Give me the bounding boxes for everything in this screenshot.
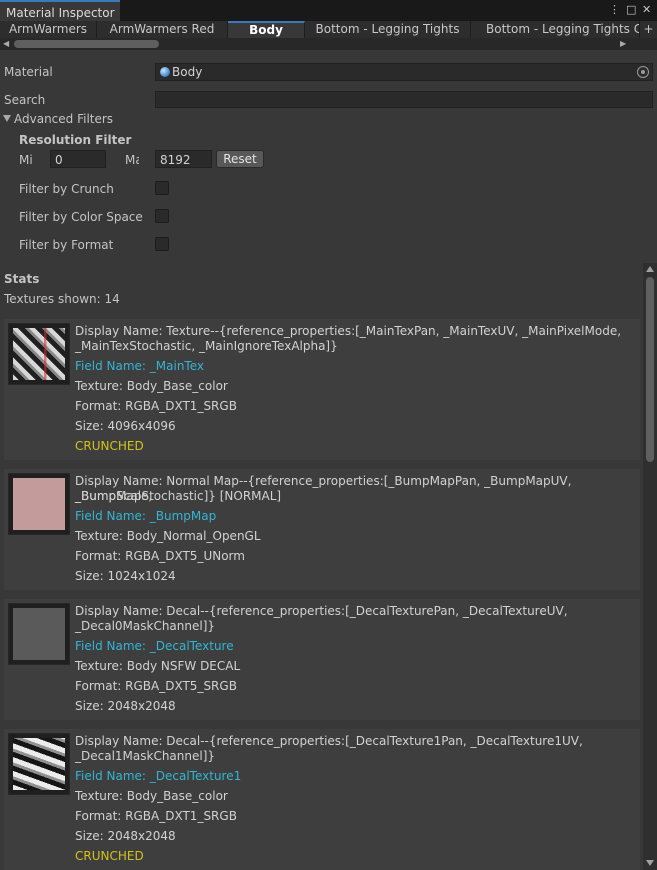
title-bar: Material Inspector ⋮ □ ✕ (0, 0, 657, 21)
tab-body[interactable]: Body (228, 21, 305, 38)
display-name-line-2: _Decal1MaskChannel]} (75, 749, 216, 763)
tab-bottom-legging-tights[interactable]: Bottom - Legging Tights (305, 21, 471, 38)
search-input[interactable] (155, 91, 653, 108)
close-icon[interactable]: ✕ (642, 3, 651, 17)
max-resolution-input[interactable]: 8192 (155, 150, 212, 168)
filter-by-crunch-checkbox[interactable] (155, 181, 169, 195)
display-name-line-1: Display Name: Texture--{reference_proper… (75, 324, 622, 338)
texture-format: Format: RGBA_DXT1_SRGB (75, 809, 237, 823)
field-name: Field Name: _DecalTexture1 (75, 769, 242, 783)
display-name-line-2: _Decal0MaskChannel]} (75, 619, 216, 633)
maximize-icon[interactable]: □ (626, 3, 636, 17)
texture-preview[interactable] (8, 323, 70, 385)
object-picker-icon[interactable] (637, 66, 649, 78)
texture-size: Size: 2048x2048 (75, 699, 176, 713)
add-tab-button[interactable]: + (640, 21, 657, 38)
texture-preview[interactable] (8, 473, 70, 535)
material-tabs: ArmWarmers ArmWarmers Red Body Bottom - … (0, 21, 657, 38)
texture-preview[interactable] (8, 603, 70, 665)
max-label: Ma (125, 153, 139, 167)
texture-name: Texture: Body_Base_color (75, 789, 228, 803)
texture-format: Format: RGBA_DXT5_SRGB (75, 679, 237, 693)
filter-by-color-space-label: Filter by Color Space (19, 210, 143, 224)
texture-size: Size: 2048x2048 (75, 829, 176, 843)
texture-size: Size: 4096x4096 (75, 419, 176, 433)
filter-by-color-space-checkbox[interactable] (155, 209, 169, 223)
display-name-line-1: Display Name: Decal--{reference_properti… (75, 604, 568, 618)
display-name-line-1: Display Name: Decal--{reference_properti… (75, 734, 583, 748)
scrollbar-thumb[interactable] (14, 40, 159, 48)
texture-entry: Display Name: Decal--{reference_properti… (4, 599, 640, 720)
crunched-badge: CRUNCHED (75, 849, 144, 863)
tab-bottom-legging-tights-c[interactable]: Bottom - Legging Tights C (471, 21, 640, 38)
texture-name: Texture: Body_Normal_OpenGL (75, 529, 261, 543)
texture-thumbnail-image (13, 328, 65, 380)
material-field[interactable]: Body (155, 63, 653, 81)
material-value: Body (172, 65, 203, 79)
stats-heading: Stats (4, 272, 40, 286)
min-label: Mi (19, 153, 33, 167)
tab-armwarmers-red[interactable]: ArmWarmers Red (97, 21, 228, 38)
texture-preview[interactable] (8, 733, 70, 795)
display-name-line-2: _BumpMapStochastic]} [NORMAL] (75, 489, 282, 503)
filter-by-format-checkbox[interactable] (155, 237, 169, 251)
vertical-scrollbar[interactable] (643, 263, 657, 870)
scroll-up-icon[interactable] (646, 266, 654, 272)
foldout-arrow-icon[interactable] (3, 115, 11, 122)
material-icon (160, 67, 170, 77)
texture-entry: Display Name: Decal--{reference_properti… (4, 729, 640, 870)
texture-thumbnail-image (13, 608, 65, 660)
min-resolution-input[interactable]: 0 (50, 150, 106, 168)
tab-armwarmers[interactable]: ArmWarmers (0, 21, 97, 38)
texture-entry: Display Name: Normal Map--{reference_pro… (4, 469, 640, 590)
texture-name: Texture: Body_Base_color (75, 379, 228, 393)
material-label: Material (4, 65, 53, 79)
field-name: Field Name: _BumpMap (75, 509, 217, 523)
texture-format: Format: RGBA_DXT1_SRGB (75, 399, 237, 413)
advanced-filters-foldout[interactable]: Advanced Filters (14, 112, 113, 126)
field-name: Field Name: _DecalTexture (75, 639, 234, 653)
scroll-left-icon[interactable]: ◀ (3, 38, 9, 50)
filter-by-crunch-label: Filter by Crunch (19, 182, 114, 196)
vertical-scrollbar-thumb[interactable] (646, 277, 654, 462)
more-options-icon[interactable]: ⋮ (609, 3, 620, 17)
crunched-badge: CRUNCHED (75, 439, 144, 453)
texture-thumbnail-image (13, 738, 65, 790)
textures-shown-count: Textures shown: 14 (4, 292, 120, 306)
window-title: Material Inspector (6, 6, 115, 20)
tabs-horizontal-scrollbar[interactable]: ◀ ▶ (0, 38, 657, 50)
search-label: Search (4, 93, 46, 107)
window-title-tab[interactable]: Material Inspector (0, 0, 120, 21)
texture-format: Format: RGBA_DXT5_UNorm (75, 549, 245, 563)
resolution-filter-heading: Resolution Filter (19, 133, 132, 147)
filter-by-format-label: Filter by Format (19, 238, 114, 252)
display-name-line-2: _MainTexStochastic, _MainIgnoreTexAlpha]… (75, 339, 338, 353)
scroll-down-icon[interactable] (646, 860, 654, 866)
field-name: Field Name: _MainTex (75, 359, 204, 373)
texture-size: Size: 1024x1024 (75, 569, 176, 583)
reset-button[interactable]: Reset (216, 150, 264, 168)
texture-entry: Display Name: Texture--{reference_proper… (4, 319, 640, 460)
texture-thumbnail-image (13, 478, 65, 530)
scroll-right-icon[interactable]: ▶ (620, 38, 626, 50)
texture-name: Texture: Body NSFW DECAL (75, 659, 241, 673)
